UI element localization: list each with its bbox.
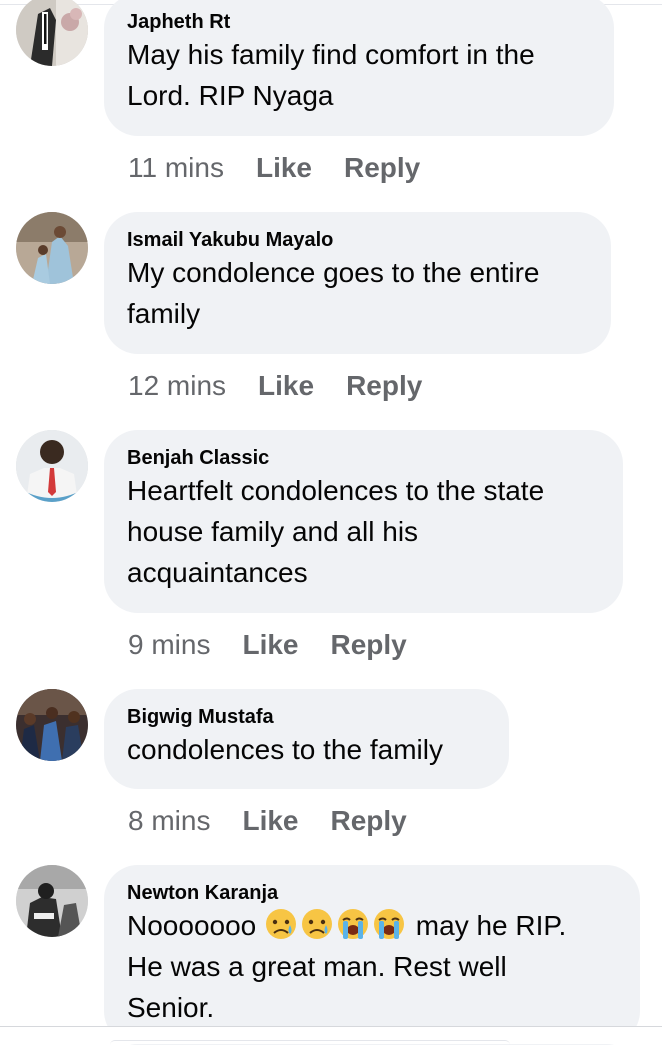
comment-actions: 8 mins Like Reply [128,804,407,838]
comment-text-fragment: Nooooooo [127,910,257,941]
comment-bubble: Bigwig Mustafa condolences to the family [104,689,509,789]
comment-text-line: My condolence goes to the entire [127,257,540,288]
sad-but-relieved-face-icon [300,907,334,941]
comment-author[interactable]: Ismail Yakubu Mayalo [127,228,587,252]
reply-button[interactable]: Reply [346,370,422,401]
like-button[interactable]: Like [256,152,312,183]
like-button[interactable]: Like [258,370,314,401]
avatar[interactable] [16,430,88,502]
comment-timestamp[interactable]: 9 mins [128,629,210,660]
comment-text: Nooooooo may he RIP. He was a great man.… [127,905,616,1028]
comment-text-line: He was a great man. Rest well [127,951,507,982]
sad-but-relieved-face-icon [264,907,298,941]
reply-button[interactable]: Reply [331,805,407,836]
comment-text-line: May his family find comfort in the [127,39,535,70]
loudly-crying-face-icon [336,907,370,941]
comment-text-line: house family and all his [127,516,419,547]
comment-text-line: acquaintances [127,557,308,588]
comment-text-line: Senior. [127,992,215,1023]
reply-button[interactable]: Reply [344,152,420,183]
comment-timestamp[interactable]: 11 mins [128,152,224,183]
comment-author[interactable]: Benjah Classic [127,446,599,470]
comment-bubble: Japheth Rt May his family find comfort i… [104,0,614,136]
comment-author[interactable]: Bigwig Mustafa [127,705,485,729]
comment-text-line: family [127,298,201,329]
avatar[interactable] [16,689,88,761]
comment-actions: 11 mins Like Reply [128,151,420,185]
avatar[interactable] [16,865,88,937]
comment-text: condolences to the family [127,729,485,770]
comment-text-fragment: may he RIP. [415,910,567,941]
comment-actions: 9 mins Like Reply [128,628,407,662]
loudly-crying-face-icon [372,907,406,941]
comment-timestamp[interactable]: 12 mins [128,370,226,401]
comment-text-line: condolences to the family [127,734,443,765]
avatar[interactable] [16,0,88,66]
reply-button[interactable]: Reply [331,629,407,660]
comment-timestamp[interactable]: 8 mins [128,805,210,836]
comment-text: May his family find comfort in the Lord.… [127,34,590,116]
next-comment-fragment [110,1040,510,1045]
comment-bubble: Benjah Classic Heartfelt condolences to … [104,430,623,613]
comment-bubble: Newton Karanja Nooooooo may he RIP. He w… [104,865,640,1045]
comment-text-line: Nooooooo may he RIP. [127,905,616,946]
avatar[interactable] [16,212,88,284]
comment-author[interactable]: Japheth Rt [127,10,590,34]
like-button[interactable]: Like [242,629,298,660]
comment-author[interactable]: Newton Karanja [127,881,616,905]
comment-text: Heartfelt condolences to the state house… [127,470,599,593]
comment-text: My condolence goes to the entire family [127,252,587,334]
like-button[interactable]: Like [242,805,298,836]
comment-text-line: Heartfelt condolences to the state [127,475,545,506]
comment-actions: 12 mins Like Reply [128,369,422,403]
comment-text-line: Lord. RIP Nyaga [127,80,334,111]
comment-bubble: Ismail Yakubu Mayalo My condolence goes … [104,212,611,354]
